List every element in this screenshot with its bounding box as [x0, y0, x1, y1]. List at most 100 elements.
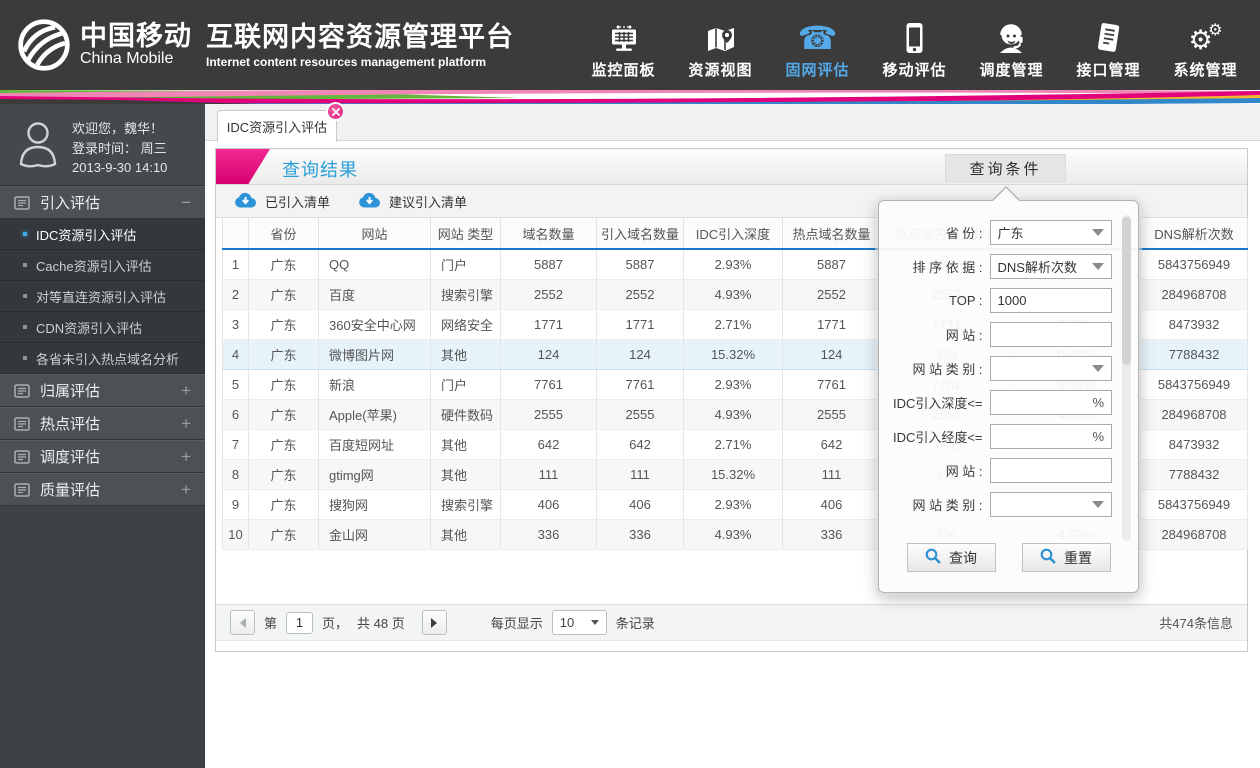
sidebar-section-hotspot-eval[interactable]: 热点评估 +	[0, 407, 205, 440]
per-page-select[interactable]: 10	[551, 610, 607, 635]
idc-depth-input[interactable]: %	[989, 389, 1112, 415]
province-select[interactable]: 广东	[989, 219, 1112, 245]
page-number-input[interactable]	[286, 611, 314, 634]
search-icon	[925, 548, 941, 567]
table-cell: 微博图片网	[318, 338, 431, 370]
interface-icon	[1095, 12, 1123, 54]
popup-field-province: 省 份 : 广东	[887, 215, 1112, 249]
tab-close-icon[interactable]	[326, 102, 345, 121]
table-cell: 5843756949	[1140, 249, 1248, 280]
table-cell: 406	[596, 489, 684, 520]
table-cell: 2.71%	[683, 429, 783, 460]
column-header: 网站	[318, 218, 431, 250]
sidebar-item-label: Cache资源引入评估	[36, 258, 152, 274]
website-input[interactable]	[989, 321, 1112, 347]
top-input[interactable]: 1000	[989, 287, 1112, 313]
next-page-button[interactable]	[421, 610, 447, 635]
table-cell: 搜索引擎	[430, 489, 501, 520]
sidebar-section-quality-eval[interactable]: 质量评估 +	[0, 473, 205, 506]
nav-item-monitor-panel[interactable]: 监控面板	[575, 12, 672, 80]
table-cell: 336	[596, 519, 684, 550]
table-cell: 广东	[248, 459, 319, 490]
nav-item-fixed-net-eval[interactable]: ☎ 固网评估	[769, 12, 866, 80]
sidebar-item-peering-import-eval[interactable]: 对等直连资源引入评估	[0, 281, 205, 312]
idc-precision-input[interactable]: %	[989, 423, 1112, 449]
table-cell: 4.93%	[683, 399, 783, 430]
nav-item-label: 固网评估	[785, 62, 850, 79]
table-cell: 8473932	[1140, 429, 1248, 460]
per-page-label: 每页显示	[490, 616, 543, 631]
table-cell: 4	[222, 338, 249, 370]
table-cell: 4.93%	[683, 519, 783, 550]
decorative-ribbon	[0, 88, 1260, 106]
nav-item-resource-view[interactable]: 资源视图	[672, 12, 769, 80]
sidebar-section-import-eval[interactable]: 引入评估 −	[0, 186, 205, 219]
sidebar-item-idc-import-eval[interactable]: IDC资源引入评估	[0, 219, 205, 250]
table-cell: 2.93%	[683, 369, 783, 400]
column-header: 热点域名数量	[782, 218, 881, 250]
gears-icon: ⚙ ⚙	[1188, 20, 1223, 56]
query-conditions-button[interactable]: 查询条件	[945, 154, 1066, 182]
table-cell: 其他	[430, 338, 501, 370]
brand-en: China Mobile	[80, 50, 174, 67]
table-cell: 广东	[248, 249, 319, 280]
field-label: 网 站 类 别 :	[912, 361, 983, 377]
table-cell: 百度短网址	[318, 429, 431, 460]
column-header: IDC引入深度	[683, 218, 783, 250]
doc-icon	[14, 482, 30, 497]
table-cell: 1771	[500, 309, 597, 340]
table-cell: 336	[782, 519, 881, 550]
table-cell: 6	[222, 399, 249, 430]
table-cell: 111	[500, 459, 597, 490]
column-header: 省份	[248, 218, 319, 250]
toolbar-button-imported-list[interactable]: 已引入清单	[234, 192, 330, 211]
popup-scrollbar-thumb[interactable]	[1122, 217, 1131, 365]
field-value: 1000	[997, 292, 1027, 308]
sidebar-item-hot-domain-analysis[interactable]: 各省未引入热点域名分析	[0, 343, 205, 374]
sidebar-section-dispatch-eval[interactable]: 调度评估 +	[0, 440, 205, 473]
toolbar-button-suggested-list[interactable]: 建议引入清单	[358, 192, 467, 211]
sidebar-menu: 引入评估 − IDC资源引入评估 Cache资源引入评估对等直连资源引入评估 CDN资源…	[0, 186, 205, 506]
tab-idc-import-eval[interactable]: IDC资源引入评估	[217, 102, 345, 142]
nav-item-mobile-eval[interactable]: 移动评估	[866, 12, 963, 80]
toggle-expand-icon[interactable]: +	[181, 382, 191, 399]
nav-item-dispatch-mgmt[interactable]: 调度管理	[963, 12, 1060, 80]
doc-icon	[14, 383, 30, 398]
search-button[interactable]: 查询	[906, 543, 996, 572]
website-type-2-select[interactable]	[989, 491, 1112, 517]
sidebar-section-label: 热点评估	[40, 416, 101, 433]
sidebar-item-cache-import-eval[interactable]: Cache资源引入评估	[0, 250, 205, 281]
prev-page-button[interactable]	[230, 610, 255, 635]
nav-item-label: 调度管理	[979, 62, 1044, 79]
popup-field-top: TOP : 1000	[887, 283, 1112, 317]
sidebar-item-cdn-import-eval[interactable]: CDN资源引入评估	[0, 312, 205, 343]
per-page-suffix: 条记录	[615, 616, 655, 631]
chevron-down-icon	[1092, 364, 1104, 372]
sidebar-section-ownership-eval[interactable]: 归属评估 +	[0, 374, 205, 407]
toggle-expand-icon[interactable]: +	[181, 481, 191, 498]
table-cell: 7761	[596, 369, 684, 400]
sort-basis-select[interactable]: DNS解析次数	[989, 253, 1112, 279]
table-cell: 360安全中心网	[318, 309, 431, 340]
brand: 中国移动 China Mobile 互联网内容资源管理平台 Internet c…	[16, 17, 514, 73]
column-header: 引入域名数量	[596, 218, 684, 250]
toggle-collapse-icon[interactable]: −	[181, 194, 191, 211]
website-type-select[interactable]	[989, 355, 1112, 381]
nav-item-system-mgmt[interactable]: ⚙ ⚙ 系统管理	[1157, 12, 1254, 80]
toggle-expand-icon[interactable]: +	[181, 448, 191, 465]
toggle-expand-icon[interactable]: +	[181, 415, 191, 432]
table-cell: 2.71%	[683, 309, 783, 340]
website-2-input[interactable]	[989, 457, 1112, 483]
nav-item-interface-mgmt[interactable]: 接口管理	[1060, 12, 1157, 80]
tab-bar: IDC资源引入评估	[205, 102, 1260, 142]
field-label: 省 份 :	[945, 225, 983, 241]
popup-fields: 省 份 : 广东排 序 依 据 : DNS解析次数 TOP : 1000 网 站 : 网 站…	[887, 215, 1112, 521]
reset-button[interactable]: 重置	[1021, 543, 1111, 572]
cloud-download-icon	[358, 192, 381, 211]
app-header: 中国移动 China Mobile 互联网内容资源管理平台 Internet c…	[0, 0, 1260, 90]
reset-button-label: 重置	[1064, 549, 1092, 566]
sidebar-item-label: CDN资源引入评估	[36, 320, 143, 336]
popup-field-website-type-2: 网 站 类 别 :	[887, 487, 1112, 521]
popup-scrollbar[interactable]	[1122, 215, 1131, 541]
login-time-label: 登录时间： 周三	[72, 140, 167, 156]
